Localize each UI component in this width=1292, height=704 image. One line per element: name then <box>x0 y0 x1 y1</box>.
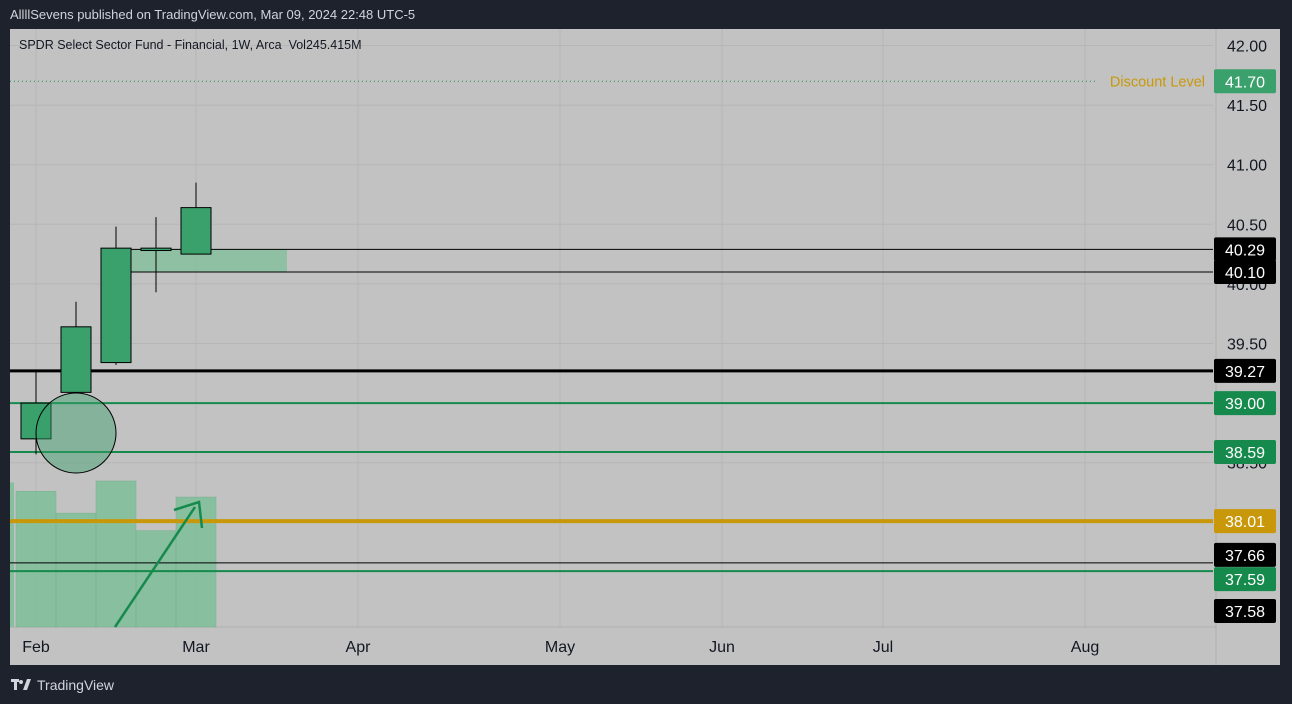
highlight-circle <box>35 392 117 474</box>
volume-bar <box>175 496 217 628</box>
price-tag-label: 38.59 <box>1225 445 1265 462</box>
publisher-header: AllllSevens published on TradingView.com… <box>10 7 416 22</box>
price-tag-label: 37.58 <box>1225 604 1265 621</box>
time-axis-tick-label: Jul <box>873 639 893 656</box>
candle-body <box>100 247 132 364</box>
price-tag-39-27: 39.27 <box>1214 358 1276 383</box>
price-tag-label: 38.01 <box>1225 514 1265 531</box>
symbol-title: SPDR Select Sector Fund - Financial, 1W,… <box>19 38 362 52</box>
footer-brand: TradingView <box>37 677 115 693</box>
price-axis-tick-label: 39.50 <box>1227 337 1267 354</box>
tradingview-footer: TradingView <box>11 677 114 693</box>
time-axis-tick-label: Mar <box>182 639 210 656</box>
price-tag-41-70: 41.70 <box>1214 69 1276 94</box>
price-tag-37-66: 37.66 <box>1214 542 1276 567</box>
volume-bar <box>10 482 14 627</box>
tradingview-logo-icon <box>11 679 31 691</box>
price-axis-tick-label: 40.50 <box>1227 217 1267 234</box>
candle-body <box>60 326 92 393</box>
price-tag-40-29: 40.29 <box>1214 237 1276 262</box>
price-tag-38-01: 38.01 <box>1214 509 1276 534</box>
price-tag-label: 37.59 <box>1225 572 1265 589</box>
symbol-name: SPDR Select Sector Fund - Financial, 1W,… <box>19 38 282 52</box>
time-axis-tick-label: Apr <box>346 639 372 656</box>
price-tag-37-58: 37.58 <box>1214 599 1276 623</box>
price-tag-40-10: 40.10 <box>1214 259 1276 284</box>
time-axis-tick-label: May <box>545 639 575 656</box>
price-tag-label: 37.66 <box>1225 548 1265 565</box>
chart-panel[interactable]: Discount Level 42.00 41.50 41.00 40.50 40.00… <box>10 29 1280 665</box>
price-chart[interactable]: Discount Level 42.0041.5041.0040.5040.00… <box>10 29 1280 665</box>
volume-bar <box>55 512 97 628</box>
price-level-lines: Discount Level <box>10 74 1213 573</box>
price-tag-label: 40.29 <box>1225 242 1265 259</box>
price-axis-tick-label: 41.00 <box>1227 158 1267 175</box>
price-tag-38-59: 38.59 <box>1214 439 1276 464</box>
price-axis-tick-label: 42.00 <box>1227 39 1267 56</box>
candle-body <box>140 247 172 252</box>
price-tag-label: 41.70 <box>1225 74 1265 91</box>
time-axis-tick-label: Feb <box>22 639 50 656</box>
price-tag-label: 39.27 <box>1225 364 1265 381</box>
time-axis-tick-label: Jun <box>709 639 735 656</box>
price-tag-label: 39.00 <box>1225 396 1265 413</box>
time-axis-tick-label: Aug <box>1071 639 1099 656</box>
price-tag-label: 40.10 <box>1225 265 1265 282</box>
candle-body <box>180 207 212 255</box>
time-axis: Feb Mar Apr May Jun Jul Aug <box>22 639 1099 656</box>
volume-bars <box>10 480 217 628</box>
volume-bar <box>15 490 57 628</box>
price-tag-37-59: 37.59 <box>1214 567 1276 592</box>
discount-level-label: Discount Level <box>1110 74 1205 90</box>
price-tag-39-00: 39.00 <box>1214 391 1276 416</box>
price-axis-tick-label: 41.50 <box>1227 98 1267 115</box>
volume-readout: Vol245.415M <box>288 38 362 52</box>
